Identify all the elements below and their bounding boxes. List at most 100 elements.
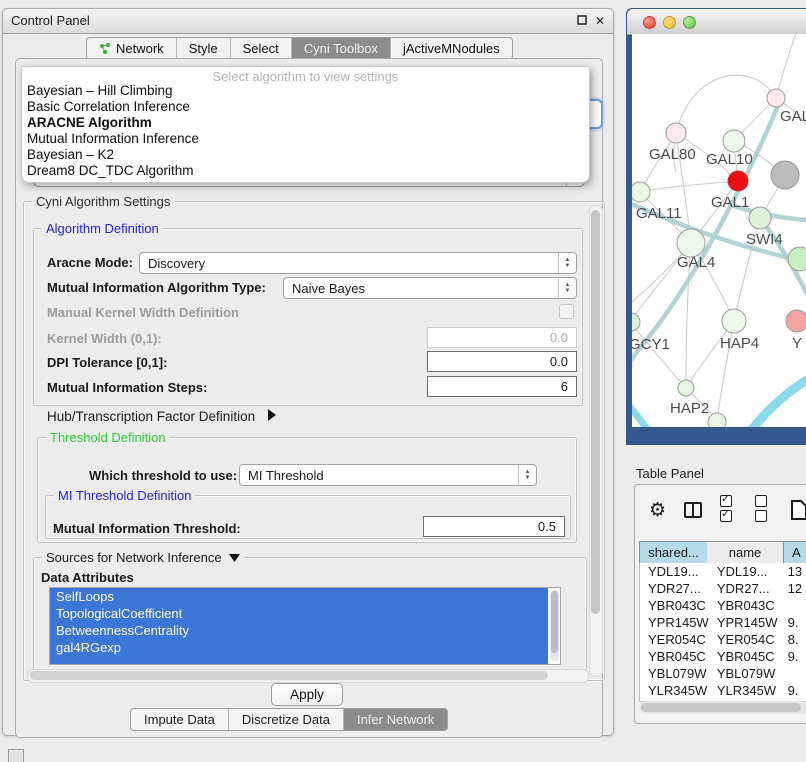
- tab-infer-network[interactable]: Infer Network: [344, 709, 447, 730]
- kernel-width-field[interactable]: 0.0: [427, 327, 577, 348]
- table-row[interactable]: YPR145WYPR145W9.: [640, 614, 806, 631]
- node-gcy1[interactable]: [632, 313, 640, 331]
- mi-threshold-field[interactable]: 0.5: [423, 516, 565, 537]
- manual-kernel-width-checkbox[interactable]: [559, 304, 574, 319]
- table-row[interactable]: YER054CYER054C8.: [640, 631, 806, 648]
- mac-close-icon[interactable]: [643, 16, 656, 29]
- sources-group-title[interactable]: Sources for Network Inference: [42, 550, 244, 565]
- deselect-all-checkboxes-icon[interactable]: [755, 495, 779, 525]
- data-attributes-label: Data Attributes: [41, 570, 134, 585]
- network-window-titlebar[interactable]: [627, 9, 806, 35]
- column-header-shared-name[interactable]: shared...: [639, 541, 708, 564]
- node-gray[interactable]: [771, 161, 799, 189]
- float-window-icon[interactable]: [575, 14, 589, 28]
- expand-right-icon: [267, 409, 276, 424]
- dropdown-item[interactable]: Mutual Information Inference: [27, 131, 199, 146]
- settings-vertical-scrollbar-thumb[interactable]: [591, 210, 600, 614]
- attribute-item[interactable]: TopologicalCoefficient: [50, 605, 560, 622]
- attributes-vertical-scrollbar[interactable]: [550, 590, 559, 661]
- mac-zoom-icon[interactable]: [683, 16, 696, 29]
- mini-palette-icon[interactable]: [8, 749, 24, 762]
- mi-steps-field[interactable]: 6: [427, 376, 577, 397]
- dropdown-item[interactable]: Basic Correlation Inference: [27, 99, 190, 114]
- gear-icon[interactable]: ⚙: [649, 499, 666, 522]
- node-gal80[interactable]: [666, 123, 686, 143]
- tab-discretize-data[interactable]: Discretize Data: [229, 709, 344, 730]
- mac-minimize-icon[interactable]: [663, 16, 676, 29]
- node-gal1[interactable]: [728, 171, 748, 191]
- tab-network-label: Network: [116, 41, 164, 56]
- apply-button[interactable]: Apply: [271, 683, 343, 706]
- control-panel-tabbar: Network Style Select Cyni Toolbox jActiv…: [86, 37, 513, 60]
- settings-horizontal-scrollbar-thumb[interactable]: [30, 671, 548, 680]
- tab-select-label: Select: [243, 41, 279, 56]
- which-threshold-value: MI Threshold: [240, 468, 518, 483]
- tab-cyni-toolbox[interactable]: Cyni Toolbox: [292, 38, 391, 59]
- node-label: GAL80: [649, 146, 696, 163]
- mi-algorithm-type-combo[interactable]: Naive Bayes ▲▼: [283, 277, 577, 299]
- dpi-tolerance-field[interactable]: 0.0: [427, 351, 577, 372]
- new-file-icon[interactable]: [791, 500, 806, 520]
- node-gal4[interactable]: [677, 229, 705, 257]
- data-attributes-list[interactable]: SelfLoops TopologicalCoefficient Between…: [49, 587, 561, 665]
- node-swi4[interactable]: [749, 207, 771, 229]
- table-body[interactable]: YDL19...YDL19...13 YDR27...YDR27...12 YB…: [639, 563, 806, 702]
- mi-threshold-definition-title: MI Threshold Definition: [54, 488, 195, 503]
- dropdown-item[interactable]: Bayesian – K2: [27, 147, 114, 162]
- dropdown-item-selected[interactable]: ARACNE Algorithm: [27, 115, 152, 130]
- node-label: GAL4: [677, 254, 715, 271]
- column-header-next[interactable]: A: [784, 541, 806, 564]
- node-gal[interactable]: [767, 89, 785, 107]
- node-hap4[interactable]: [722, 309, 746, 333]
- attribute-item[interactable]: gal4RGexp: [50, 639, 560, 656]
- control-panel-title: Control Panel: [11, 13, 90, 28]
- node-label: Y: [792, 335, 802, 352]
- table-panel: ⚙ shared... name A YDL19...YDL19...13 YD…: [634, 484, 806, 724]
- table-horizontal-scrollbar[interactable]: [639, 701, 806, 714]
- network-view-window: GAL GAL80 GAL10 GAL1 GAL11 SWI4 GAL4 HAP…: [626, 8, 806, 445]
- which-threshold-combo[interactable]: MI Threshold ▲▼: [239, 464, 537, 486]
- attribute-item[interactable]: BetweennessCentrality: [50, 622, 560, 639]
- dropdown-item[interactable]: Bayesian – Hill Climbing: [27, 83, 173, 98]
- node-hap2[interactable]: [678, 380, 694, 396]
- table-row[interactable]: YBL079WYBL079W: [640, 665, 806, 682]
- settings-vertical-scrollbar[interactable]: [589, 205, 603, 677]
- tab-jactivemnodules[interactable]: jActiveMNodules: [391, 38, 512, 59]
- settings-horizontal-scrollbar[interactable]: [27, 669, 589, 683]
- mi-threshold-label: Mutual Information Threshold:: [53, 521, 241, 536]
- tab-select[interactable]: Select: [231, 38, 292, 59]
- tab-style[interactable]: Style: [177, 38, 231, 59]
- table-row[interactable]: YDR27...YDR27...12: [640, 580, 806, 597]
- close-window-icon[interactable]: ✕: [593, 14, 607, 28]
- tab-network[interactable]: Network: [87, 38, 177, 59]
- hub-definition-expander[interactable]: Hub/Transcription Factor Definition: [47, 409, 276, 424]
- select-all-checkboxes-icon[interactable]: [720, 495, 744, 525]
- table-row[interactable]: YBR045CYBR045C9.: [640, 648, 806, 665]
- sources-title-label: Sources for Network Inference: [46, 550, 222, 565]
- mi-algorithm-type-label: Mutual Information Algorithm Type:: [47, 280, 266, 295]
- column-layout-icon[interactable]: [684, 502, 702, 518]
- network-canvas[interactable]: GAL GAL80 GAL10 GAL1 GAL11 SWI4 GAL4 HAP…: [632, 34, 806, 427]
- kernel-width-label: Kernel Width (0,1):: [47, 331, 162, 346]
- node-bottom[interactable]: [708, 413, 726, 427]
- table-horizontal-scrollbar-thumb[interactable]: [641, 703, 801, 712]
- node-salmon[interactable]: [786, 310, 806, 332]
- dropdown-item[interactable]: Dream8 DC_TDC Algorithm: [27, 163, 194, 178]
- attribute-item[interactable]: SelfLoops: [50, 588, 560, 605]
- table-row[interactable]: YLR345WYLR345W9.: [640, 682, 806, 699]
- node-gal10[interactable]: [723, 130, 745, 152]
- combo-arrows-icon: ▲▼: [518, 465, 536, 485]
- mi-algorithm-type-value: Naive Bayes: [284, 281, 558, 296]
- attributes-scrollbar-thumb[interactable]: [551, 591, 558, 653]
- combo-arrows-icon: ▲▼: [558, 253, 576, 273]
- node-label: GAL10: [706, 151, 753, 168]
- column-header-name[interactable]: name: [707, 541, 784, 564]
- control-panel-titlebar[interactable]: Control Panel ✕: [3, 9, 613, 34]
- aracne-mode-value: Discovery: [140, 256, 558, 271]
- node-gal11[interactable]: [632, 182, 650, 202]
- table-row[interactable]: YBR043CYBR043C: [640, 597, 806, 614]
- aracne-mode-combo[interactable]: Discovery ▲▼: [139, 252, 577, 274]
- network-graph: GAL GAL80 GAL10 GAL1 GAL11 SWI4 GAL4 HAP…: [632, 34, 806, 427]
- tab-impute-data[interactable]: Impute Data: [131, 709, 229, 730]
- table-row[interactable]: YDL19...YDL19...13: [640, 563, 806, 580]
